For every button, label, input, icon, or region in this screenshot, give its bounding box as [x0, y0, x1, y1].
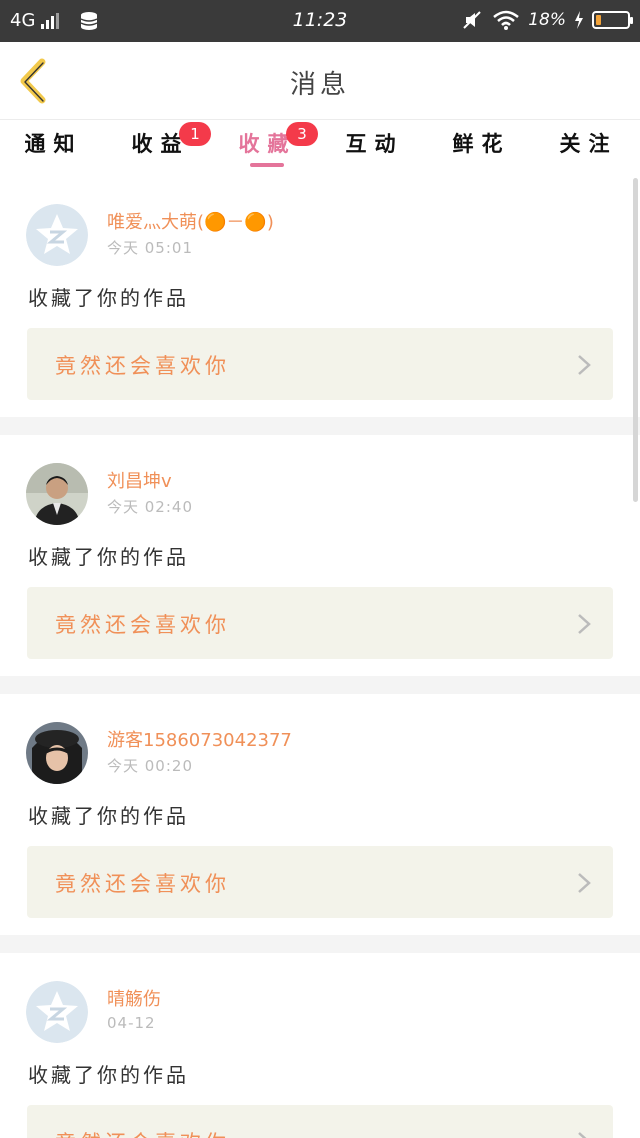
work-link[interactable]: 竟然还会喜欢你 [27, 846, 613, 918]
charging-icon [575, 11, 583, 29]
chevron-right-icon [578, 614, 591, 634]
timestamp: 04-12 [107, 1014, 156, 1032]
default-avatar-icon [26, 204, 88, 266]
message-text: 收藏了你的作品 [28, 545, 189, 569]
mute-icon [463, 11, 481, 29]
timestamp: 今天 02:40 [107, 498, 193, 516]
message-card[interactable]: 晴觞伤 04-12 收藏了你的作品 竟然还会喜欢你 [0, 953, 640, 1138]
work-title: 竟然还会喜欢你 [55, 613, 230, 637]
tab-bar: 通知 收益 1 收藏 3 互动 鲜花 关注 [0, 120, 640, 172]
work-title: 竟然还会喜欢你 [55, 1127, 230, 1138]
active-tab-indicator [250, 163, 284, 167]
chevron-right-icon [578, 1132, 587, 1138]
work-title: 竟然还会喜欢你 [55, 354, 230, 378]
work-link[interactable]: 竟然还会喜欢你 [27, 328, 613, 400]
chevron-right-icon [578, 873, 591, 893]
username[interactable]: 唯爱灬大萌(🟠－🟠) [107, 208, 274, 234]
default-avatar-icon [26, 981, 88, 1043]
work-link[interactable]: 竟然还会喜欢你 [27, 587, 613, 659]
message-card[interactable]: 游客15860730423​77 今天 00:20 收藏了你的作品 竟然还会喜欢… [0, 694, 640, 935]
user-photo-icon [26, 463, 88, 525]
avatar[interactable] [26, 722, 88, 784]
tab-notice[interactable]: 通知 [0, 128, 107, 158]
message-card[interactable]: 唯爱灬大萌(🟠－🟠) 今天 05:01 收藏了你的作品 竟然还会喜欢你 [0, 172, 640, 417]
wifi-icon [493, 10, 520, 30]
work-title: 竟然还会喜欢你 [55, 872, 230, 896]
battery-icon [592, 11, 633, 29]
username[interactable]: 游客15860730423​77 [107, 726, 292, 752]
tab-label: 通知 [24, 132, 83, 156]
tab-label: 互动 [345, 132, 404, 156]
message-text: 收藏了你的作品 [28, 286, 189, 310]
username[interactable]: 刘昌坤v [107, 467, 172, 493]
battery-percent: 18% [528, 10, 566, 30]
tab-favorites[interactable]: 收藏 3 [214, 122, 321, 158]
message-text: 收藏了你的作品 [28, 1063, 189, 1087]
username[interactable]: 晴觞伤 [107, 985, 161, 1011]
tab-earnings[interactable]: 收益 1 [107, 122, 214, 158]
tab-label: 鲜花 [452, 132, 511, 156]
tab-flowers[interactable]: 鲜花 [428, 128, 535, 158]
message-card[interactable]: 刘昌坤v 今天 02:40 收藏了你的作品 竟然还会喜欢你 [0, 435, 640, 676]
work-link[interactable]: 竟然还会喜欢你 [27, 1105, 613, 1138]
tab-follows[interactable]: 关注 [535, 128, 640, 158]
tab-label: 关注 [559, 132, 618, 156]
message-text: 收藏了你的作品 [28, 804, 189, 828]
avatar[interactable] [26, 463, 88, 525]
chevron-right-icon [578, 355, 591, 375]
tab-interactions[interactable]: 互动 [321, 128, 428, 158]
unread-badge: 1 [179, 122, 211, 146]
page-title: 消息 [289, 70, 350, 100]
scrollbar[interactable] [633, 178, 638, 502]
app-header: 消息 [0, 42, 640, 120]
message-list[interactable]: 唯爱灬大萌(🟠－🟠) 今天 05:01 收藏了你的作品 竟然还会喜欢你 刘昌坤v… [0, 172, 640, 1138]
avatar[interactable] [26, 204, 88, 266]
status-bar: 4G 11:23 18% [0, 0, 640, 42]
unread-badge: 3 [286, 122, 318, 146]
timestamp: 今天 00:20 [107, 757, 193, 775]
user-photo-icon [26, 722, 88, 784]
avatar[interactable] [26, 981, 88, 1043]
timestamp: 今天 05:01 [107, 239, 193, 257]
